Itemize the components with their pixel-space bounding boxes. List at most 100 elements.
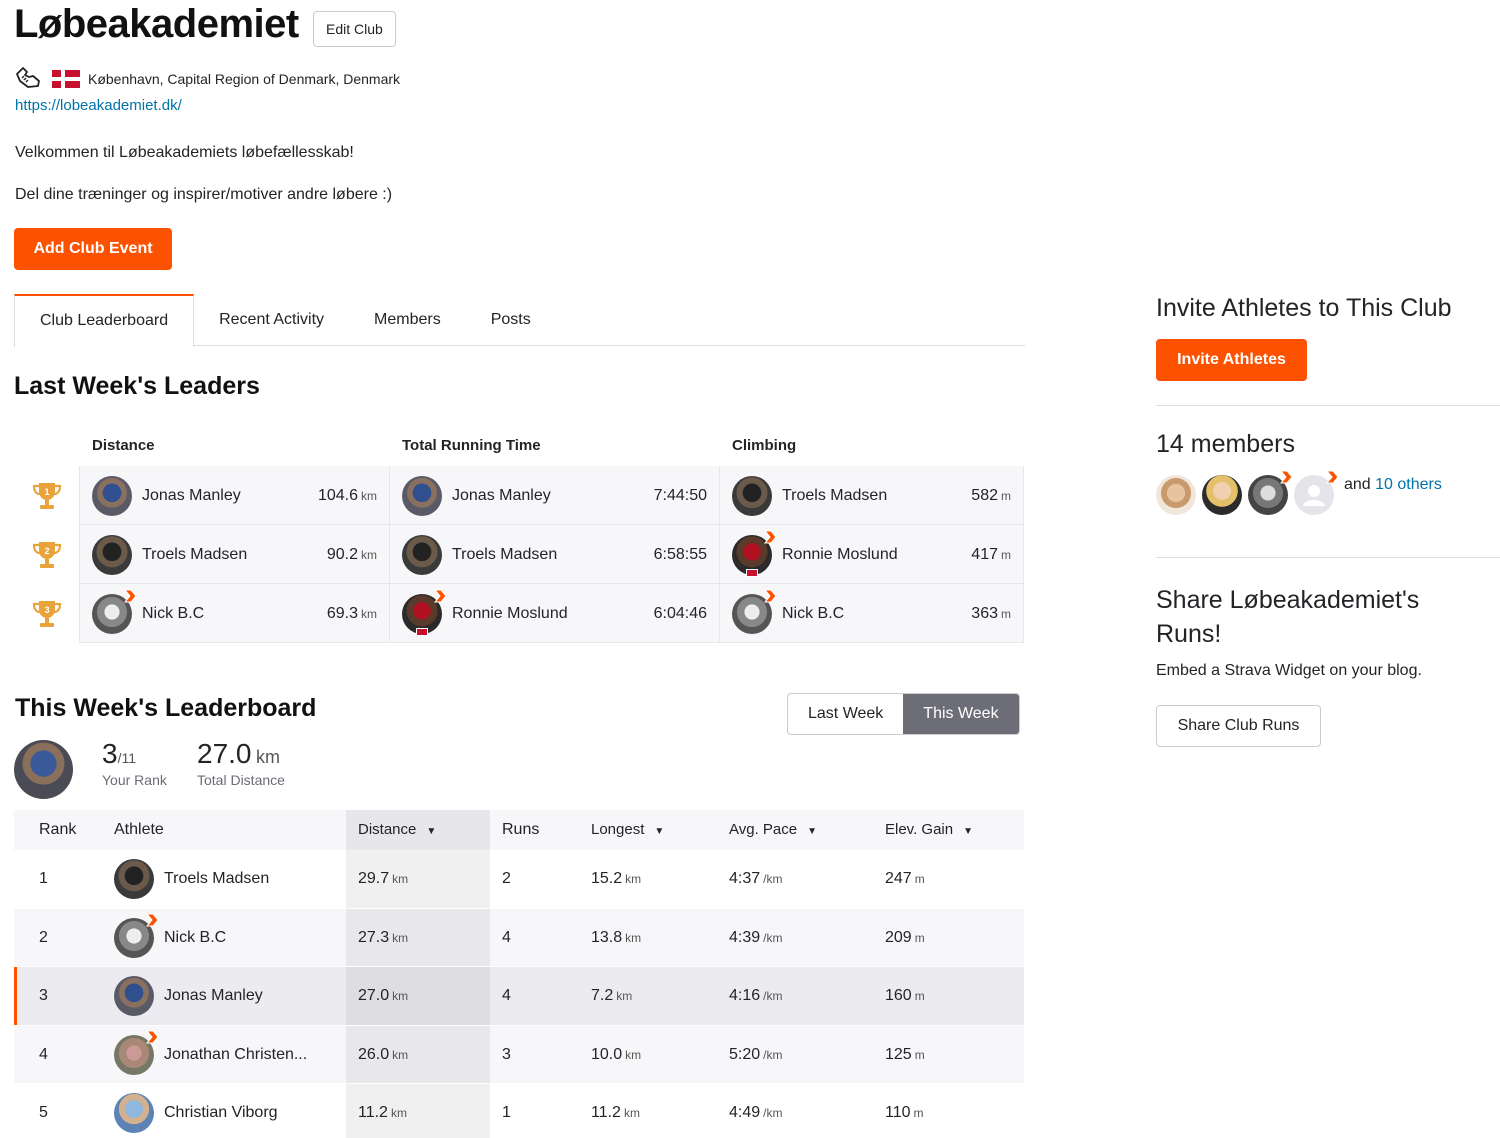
pace-cell: 4:16/km <box>729 967 782 1025</box>
add-club-event-button[interactable]: Add Club Event <box>14 228 172 270</box>
elev-header[interactable]: Elev. Gain ▼ <box>885 810 973 850</box>
unit-label: km <box>392 930 409 945</box>
share-title: Share Løbeakademiet's Runs! <box>1156 586 1420 648</box>
leaders-climbing-header: Climbing <box>732 437 797 454</box>
member-avatar[interactable] <box>1248 470 1293 515</box>
leader-time-value: 6:58:55 <box>653 545 707 563</box>
this-week-button[interactable]: This Week <box>903 694 1019 734</box>
athlete-name-link[interactable]: Nick B.C <box>782 605 971 623</box>
strava-badge-icon <box>145 1030 159 1043</box>
invite-athletes-button[interactable]: Invite Athletes <box>1156 339 1307 381</box>
sort-arrow-icon: ▼ <box>807 826 818 837</box>
rank-cell: 4 <box>39 1045 48 1063</box>
athlete-name-link[interactable]: Jonas Manley <box>452 487 654 505</box>
leader-climbing-cell: Nick B.C 363 m <box>720 584 1024 643</box>
athlete-name-link[interactable]: Jonas Manley <box>164 987 263 1005</box>
athlete-name-link[interactable]: Nick B.C <box>142 605 327 623</box>
total-distance-label: Total Distance <box>197 772 285 788</box>
runs-header: Runs <box>502 821 540 838</box>
edit-club-button[interactable]: Edit Club <box>313 11 396 47</box>
athlete-avatar[interactable] <box>114 1030 159 1075</box>
distance-value: 29.7 km <box>358 870 409 887</box>
members-others-link[interactable]: 10 others <box>1375 476 1442 493</box>
longest-header[interactable]: Longest ▼ <box>591 810 664 850</box>
leader-climbing-value: 363 m <box>971 604 1011 622</box>
leader-time-cell: Ronnie Moslund 6:04:46 <box>390 584 720 643</box>
athlete-avatar[interactable] <box>402 589 447 636</box>
members-others: and 10 others <box>1344 476 1442 494</box>
pace-cell: 4:39/km <box>729 909 782 967</box>
leader-climbing-cell: Ronnie Moslund 417 m <box>720 525 1024 584</box>
athlete-name-link[interactable]: Jonathan Christen... <box>164 1046 307 1064</box>
athlete-name-link[interactable]: Jonas Manley <box>142 487 318 505</box>
unit-label: m <box>1001 488 1011 503</box>
athlete-avatar[interactable] <box>92 589 137 634</box>
longest-header-label: Longest <box>591 821 645 838</box>
leaderboard-header: Rank Athlete Distance ▼ Runs Longest ▼ Avg… <box>14 810 1024 850</box>
longest-cell: 15.2 km <box>591 850 641 908</box>
total-distance-unit: km <box>255 747 280 767</box>
longest-value: 13.8 km <box>591 928 642 946</box>
leader-distance-cell: Jonas Manley 104.6 km <box>80 466 390 525</box>
member-avatar[interactable] <box>1202 475 1242 515</box>
sort-arrow-icon: ▼ <box>426 826 437 837</box>
trophy-icon: 3 <box>32 600 61 627</box>
leaderboard-row: 2 Nick B.C 27.3 km 4 13.8 km 4:39/km 209 m <box>14 908 1024 967</box>
athlete-avatar[interactable] <box>114 976 154 1016</box>
leader-time-value: 6:04:46 <box>653 604 707 622</box>
share-club-runs-button[interactable]: Share Club Runs <box>1156 705 1321 747</box>
sidebar-divider <box>1156 405 1500 406</box>
leader-row: 3 Nick B.C 69.3 km Ronnie Moslund 6:04:46 Nick… <box>14 584 1024 643</box>
athlete-avatar[interactable] <box>114 1093 154 1133</box>
athlete-avatar[interactable] <box>732 530 777 577</box>
your-rank-stat: 3/11 Your Rank <box>102 738 167 788</box>
unit-label: m <box>914 989 925 1003</box>
pace-header[interactable]: Avg. Pace ▼ <box>729 810 817 850</box>
unit-label: /km <box>763 930 783 945</box>
athlete-avatar[interactable] <box>92 475 132 516</box>
athlete-cell: Jonathan Christen... <box>114 1026 307 1084</box>
rank-cell: 3 <box>39 987 48 1004</box>
tab-recent-activity[interactable]: Recent Activity <box>194 294 349 346</box>
athlete-avatar[interactable] <box>114 859 154 899</box>
athlete-name-link[interactable]: Ronnie Moslund <box>782 546 971 564</box>
club-website-link[interactable]: https://lobeakademiet.dk/ <box>15 97 182 114</box>
athlete-avatar[interactable] <box>732 589 777 634</box>
runs-cell: 4 <box>502 987 511 1004</box>
your-rank-label: Your Rank <box>102 772 167 788</box>
athlete-name-link[interactable]: Troels Madsen <box>142 546 327 564</box>
athlete-avatar[interactable] <box>114 913 159 958</box>
athlete-avatar[interactable] <box>402 475 442 516</box>
elev-value: 125 m <box>885 1045 925 1063</box>
tab-members[interactable]: Members <box>349 294 466 346</box>
runs-cell: 1 <box>502 1104 511 1121</box>
last-week-button[interactable]: Last Week <box>788 694 903 734</box>
trophy-icon: 2 <box>32 541 61 568</box>
unit-label: m <box>1001 547 1011 562</box>
strava-badge-icon <box>763 530 777 543</box>
distance-header[interactable]: Distance ▼ <box>358 810 436 850</box>
my-avatar[interactable] <box>14 740 73 799</box>
leader-climbing-value: 582 m <box>971 486 1011 504</box>
athlete-name-link[interactable]: Troels Madsen <box>164 870 269 888</box>
tab-posts[interactable]: Posts <box>466 294 556 346</box>
elev-cell: 125 m <box>885 1026 925 1084</box>
athlete-avatar[interactable] <box>402 534 442 575</box>
leader-distance-value: 90.2 km <box>326 545 377 563</box>
athlete-name-link[interactable]: Troels Madsen <box>782 487 971 505</box>
elev-header-label: Elev. Gain <box>885 821 954 838</box>
athlete-avatar[interactable] <box>92 534 132 575</box>
member-avatar-placeholder[interactable] <box>1294 470 1339 515</box>
pace-cell: 4:49/km <box>729 1084 782 1138</box>
athlete-avatar[interactable] <box>732 475 772 516</box>
distance-value: 27.3 km <box>358 928 409 946</box>
member-avatars <box>1156 470 1340 515</box>
athlete-name-link[interactable]: Ronnie Moslund <box>452 605 654 623</box>
unit-label: m <box>914 872 925 886</box>
athlete-name-link[interactable]: Christian Viborg <box>164 1104 278 1122</box>
member-avatar[interactable] <box>1156 475 1196 515</box>
athlete-name-link[interactable]: Troels Madsen <box>452 546 654 564</box>
tab-club-leaderboard[interactable]: Club Leaderboard <box>14 294 195 347</box>
athlete-name-link[interactable]: Nick B.C <box>164 929 226 947</box>
leaders-header: Distance Total Running Time Climbing <box>14 426 1024 466</box>
